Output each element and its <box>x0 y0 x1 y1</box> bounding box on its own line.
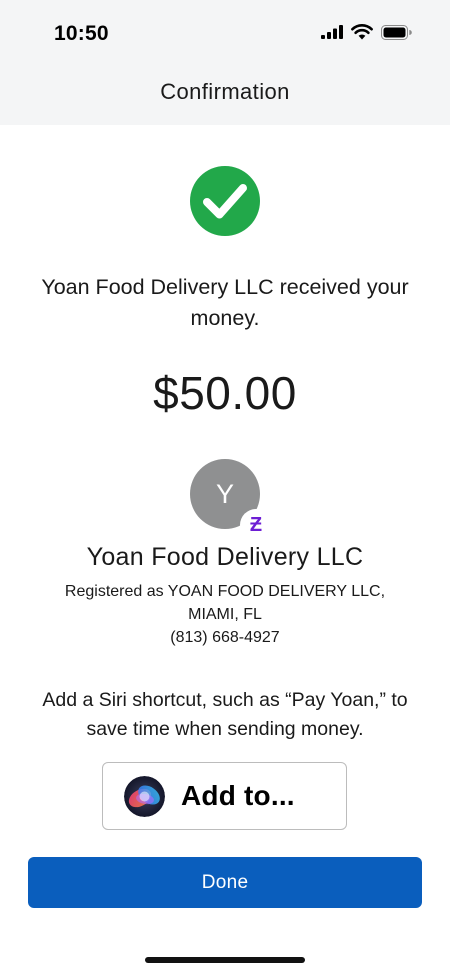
add-to-siri-button[interactable]: Add to... <box>102 762 347 830</box>
received-message: Yoan Food Delivery LLC received your mon… <box>41 275 409 330</box>
battery-icon <box>381 24 412 40</box>
checkmark-circle-icon <box>190 166 260 236</box>
wifi-icon <box>351 24 373 40</box>
status-time: 10:50 <box>54 22 109 45</box>
amount-sent: $50.00 <box>153 367 297 419</box>
header-area: 10:50 Confirmation <box>0 0 450 125</box>
registered-as-line: Registered as YOAN FOOD DELIVERY LLC, <box>64 583 386 600</box>
siri-shortcut-message: Add a Siri shortcut, such as “Pay Yoan,”… <box>42 689 408 740</box>
status-icons <box>321 24 412 40</box>
registered-location-line: MIAMI, FL <box>188 606 262 623</box>
zelle-glyph: Ƶ <box>249 513 263 536</box>
add-to-label: Add to... <box>181 780 295 811</box>
done-button[interactable]: Done <box>28 857 422 908</box>
siri-icon <box>124 776 165 817</box>
avatar-initial: Y <box>215 478 234 509</box>
cellular-signal-icon <box>321 25 343 39</box>
status-bar: 10:50 <box>0 0 450 66</box>
registration-details: Registered as YOAN FOOD DELIVERY LLC, MI… <box>40 580 410 649</box>
recipient-phone: (813) 668-4927 <box>170 629 280 646</box>
recipient-name: Yoan Food Delivery LLC <box>86 543 364 571</box>
home-indicator[interactable] <box>145 957 305 963</box>
zelle-icon: Ƶ <box>240 509 272 541</box>
page-title: Confirmation <box>160 79 290 104</box>
done-label: Done <box>201 871 249 893</box>
